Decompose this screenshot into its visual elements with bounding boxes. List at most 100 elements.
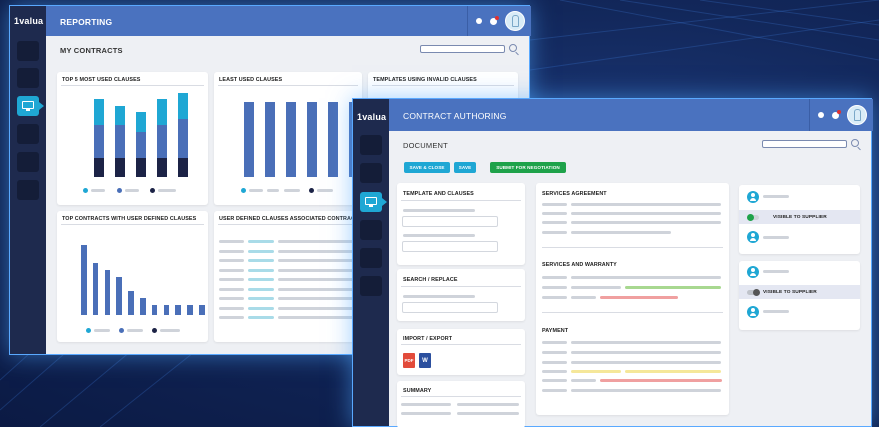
bar <box>175 304 181 315</box>
notification-dot-icon[interactable] <box>476 18 482 24</box>
bar-segment <box>136 131 146 158</box>
search-icon[interactable] <box>509 44 517 52</box>
field-label <box>403 295 475 298</box>
sidebar-button-1[interactable] <box>17 41 39 61</box>
sidebar-button-reporting[interactable] <box>17 96 44 116</box>
avatar-icon[interactable] <box>847 105 867 125</box>
bar-segment <box>178 118 188 158</box>
document-line <box>571 212 721 215</box>
sidebar-button-2[interactable] <box>17 68 39 88</box>
table-cell <box>219 249 244 253</box>
document-line <box>542 341 567 344</box>
card-least-used: LEAST USED CLAUSES <box>214 72 362 205</box>
bar <box>307 102 317 177</box>
section-title: SERVICES AND WARRANTY <box>542 262 617 268</box>
save-button[interactable]: SAVE <box>454 162 476 173</box>
card-divider <box>61 224 204 225</box>
card-title: TOP 5 MOST USED CLAUSES <box>62 77 141 83</box>
page-title: MY CONTRACTS <box>60 46 123 55</box>
sidebar-button-4[interactable] <box>17 124 39 144</box>
visibility-toggle[interactable] <box>747 214 759 221</box>
bar-segment <box>94 157 104 177</box>
visibility-label: VISIBLE TO SUPPLIER <box>763 290 817 295</box>
reporting-topbar: REPORTING <box>46 6 531 36</box>
bell-icon[interactable] <box>832 109 841 119</box>
document-editor[interactable]: SERVICES AGREEMENT SERVICES AND WARRANTY… <box>536 183 729 415</box>
bar <box>140 297 146 315</box>
user-name <box>763 270 789 273</box>
bar-segment <box>178 92 188 119</box>
bar <box>244 102 254 177</box>
table-cell <box>278 268 360 272</box>
sidebar-button-5[interactable] <box>17 152 39 172</box>
bar <box>187 304 193 315</box>
user-icon <box>747 191 759 203</box>
save-close-button[interactable]: SAVE & CLOSE <box>404 162 450 173</box>
notification-dot-icon[interactable] <box>818 112 824 118</box>
document-line <box>571 203 721 206</box>
sidebar-button-5[interactable] <box>360 248 382 268</box>
section-divider <box>542 247 723 248</box>
legend-dot-cyan <box>83 188 88 193</box>
section-title: PAYMENT <box>542 328 569 334</box>
document-line <box>571 351 721 354</box>
clauses-input[interactable] <box>402 241 498 252</box>
panel-template-clauses: TEMPLATE AND CLAUSES <box>397 183 525 265</box>
sidebar-button-authoring[interactable] <box>360 192 387 212</box>
sidebar-button-6[interactable] <box>360 276 382 296</box>
user-icon <box>747 266 759 278</box>
bar <box>163 304 170 315</box>
panel-divider <box>401 200 521 201</box>
sidebar-button-6[interactable] <box>17 180 39 200</box>
table-cell <box>219 259 244 262</box>
document-line <box>600 379 722 382</box>
visibility-toggle[interactable] <box>747 289 760 296</box>
sidebar-button-4[interactable] <box>360 220 382 240</box>
document-line <box>571 276 721 279</box>
table-cell <box>248 287 274 291</box>
panel-title: SUMMARY <box>403 388 432 394</box>
card-title: USER DEFINED CLAUSES ASSOCIATED CONTRACT… <box>219 216 363 222</box>
bell-icon[interactable] <box>490 15 499 25</box>
document-line <box>571 341 721 344</box>
legend-dot-navy <box>150 188 155 193</box>
bar-segment <box>157 99 167 125</box>
table-cell <box>248 268 274 272</box>
bar <box>81 245 87 315</box>
pdf-export-icon[interactable]: PDF <box>403 353 415 368</box>
bar <box>151 304 158 315</box>
bar-segment <box>94 99 104 125</box>
bar-segment <box>178 157 188 177</box>
bar <box>92 262 99 315</box>
document-line <box>542 286 567 289</box>
sidebar-button-2[interactable] <box>360 163 382 183</box>
document-line <box>600 296 678 299</box>
template-input[interactable] <box>402 216 498 227</box>
table-cell <box>219 287 244 291</box>
search-icon[interactable] <box>851 139 859 147</box>
word-export-icon[interactable]: W <box>419 353 431 368</box>
topbar-actions <box>467 6 531 36</box>
search-input[interactable] <box>420 45 505 53</box>
legend-label <box>317 189 333 192</box>
sidebar-button-1[interactable] <box>360 135 382 155</box>
panel-search-replace: SEARCH / REPLACE <box>397 269 525 321</box>
table-cell <box>248 316 274 319</box>
table-cell <box>248 240 274 243</box>
visibility-label: VISIBLE TO SUPPLIER <box>773 215 827 220</box>
legend-dot-cyan <box>86 328 91 333</box>
table-cell <box>278 306 360 310</box>
avatar-icon[interactable] <box>505 11 525 31</box>
legend-label <box>160 329 180 332</box>
submit-negotiation-button[interactable]: SUBMIT FOR NEGOTIATION <box>490 162 566 173</box>
ivalua-logo: 1valua <box>14 16 44 26</box>
table-cell <box>278 297 360 300</box>
bar-segment <box>115 105 125 125</box>
legend-dot-navy <box>309 188 314 193</box>
search-replace-input[interactable] <box>402 302 498 313</box>
table-cell <box>219 278 244 281</box>
authoring-sidebar: 1valua <box>353 99 389 426</box>
search-input[interactable] <box>762 140 847 148</box>
page-title: DOCUMENT <box>403 141 448 150</box>
legend-label <box>94 329 110 332</box>
